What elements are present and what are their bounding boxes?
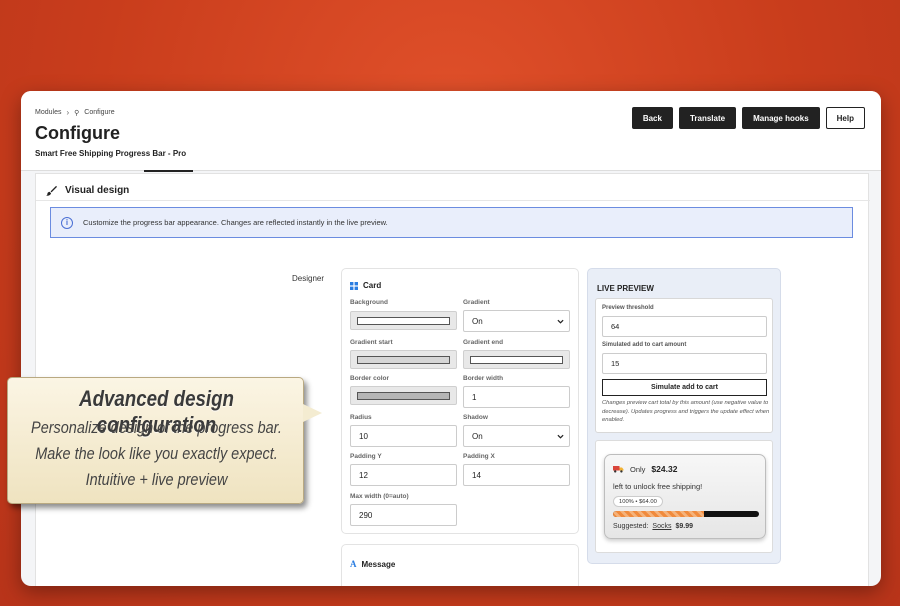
background-swatch xyxy=(357,317,450,325)
progress-badge: 100% • $64.00 xyxy=(613,496,663,507)
suggested-row: Suggested: Socks $9.99 xyxy=(613,523,693,530)
message-title: A Message xyxy=(350,559,395,569)
help-button[interactable]: Help xyxy=(825,107,865,129)
border-width-label: Border width xyxy=(463,375,504,382)
border-color-field[interactable] xyxy=(350,386,457,405)
shipping-progress-card: Only $24.32 left to unlock free shipping… xyxy=(604,454,766,539)
wrench-icon: ⚲ xyxy=(74,109,80,117)
page-header: Modules › ⚲ Configure Configure Smart Fr… xyxy=(21,91,881,171)
message-settings: A Message xyxy=(341,544,579,586)
manage-hooks-button[interactable]: Manage hooks xyxy=(742,107,820,129)
suggested-price: $9.99 xyxy=(675,523,694,530)
feature-callout: Advanced design configuration Personaliz… xyxy=(7,377,304,504)
progress-fill xyxy=(613,511,704,517)
preview-threshold-input[interactable]: 64 xyxy=(602,316,767,337)
card-settings: Card Background Gradient On Gradient sta… xyxy=(341,268,579,534)
callout-line-3: Intuitive + live preview xyxy=(85,470,228,489)
text-icon: A xyxy=(350,559,357,569)
max-width-input[interactable]: 290 xyxy=(350,504,457,526)
info-alert: i Customize the progress bar appearance.… xyxy=(50,207,853,238)
card-title-text: Card xyxy=(363,281,382,290)
card-title: Card xyxy=(350,281,381,290)
truck-icon xyxy=(613,466,624,473)
padding-x-label: Padding X xyxy=(463,453,495,460)
radius-input[interactable]: 10 xyxy=(350,425,457,447)
live-preview-title: LIVE PREVIEW xyxy=(597,284,654,293)
padding-y-label: Padding Y xyxy=(350,453,382,460)
callout-line-2: Make the look like you exactly expect. xyxy=(35,444,278,463)
padding-y-input[interactable]: 12 xyxy=(350,464,457,486)
progress-track xyxy=(613,511,759,517)
page-title: Configure xyxy=(35,123,120,143)
gradient-value: On xyxy=(472,316,483,326)
header-actions: Back Translate Manage hooks Help xyxy=(631,107,865,129)
remaining-amount: $24.32 xyxy=(651,464,678,474)
unlock-text: left to unlock free shipping! xyxy=(613,482,703,491)
breadcrumb-configure: Configure xyxy=(84,109,115,116)
panel-title-text: Visual design xyxy=(65,185,130,196)
remaining-row: Only $24.32 xyxy=(613,464,677,474)
simulated-amount-label: Simulated add to cart amount xyxy=(602,342,687,348)
info-icon: i xyxy=(61,216,73,229)
translate-button[interactable]: Translate xyxy=(678,107,737,129)
grid-icon xyxy=(350,281,358,290)
preview-threshold-label: Preview threshold xyxy=(602,305,654,311)
chevron-right-icon: › xyxy=(66,108,70,117)
panel-title: Visual design xyxy=(46,185,129,196)
shadow-label: Shadow xyxy=(463,414,488,421)
callout-pointer xyxy=(303,404,322,422)
gradient-select[interactable]: On xyxy=(463,310,570,332)
only-text: Only xyxy=(630,464,646,474)
live-preview: LIVE PREVIEW Preview threshold 64 Simula… xyxy=(587,268,781,564)
suggested-label: Suggested: xyxy=(613,523,649,530)
gradient-end-label: Gradient end xyxy=(463,339,504,346)
configure-window: Modules › ⚲ Configure Configure Smart Fr… xyxy=(21,91,881,586)
back-button[interactable]: Back xyxy=(631,107,673,129)
gradient-start-swatch xyxy=(357,356,450,364)
shadow-value: On xyxy=(472,431,483,441)
message-title-text: Message xyxy=(361,559,396,569)
simulate-add-to-cart-button[interactable]: Simulate add to cart xyxy=(602,379,767,396)
simulated-amount-input[interactable]: 15 xyxy=(602,353,767,374)
border-color-swatch xyxy=(357,392,450,400)
preview-controls: Preview threshold 64 Simulated add to ca… xyxy=(595,298,773,433)
gradient-label: Gradient xyxy=(463,299,490,306)
border-color-label: Border color xyxy=(350,375,390,382)
preview-bar-container: Only $24.32 left to unlock free shipping… xyxy=(595,440,773,553)
suggested-item-link[interactable]: Socks xyxy=(652,523,671,530)
gradient-start-field[interactable] xyxy=(350,350,457,369)
border-width-input[interactable]: 1 xyxy=(463,386,570,408)
chevron-down-icon xyxy=(557,319,564,324)
gradient-end-swatch xyxy=(470,356,563,364)
padding-x-input[interactable]: 14 xyxy=(463,464,570,486)
max-width-label: Max width (0=auto) xyxy=(350,493,409,500)
info-text: Customize the progress bar appearance. C… xyxy=(83,218,388,227)
chevron-down-icon xyxy=(557,434,564,439)
brush-icon xyxy=(46,185,57,196)
breadcrumb: Modules › ⚲ Configure xyxy=(35,108,115,117)
panel-divider xyxy=(36,200,870,201)
preview-help-text: Changes preview cart total by this amoun… xyxy=(602,400,770,423)
background-color-field[interactable] xyxy=(350,311,457,330)
page-subtitle: Smart Free Shipping Progress Bar - Pro xyxy=(35,149,187,158)
callout-line-1: Personalize design of the progress bar. xyxy=(31,418,282,437)
shadow-select[interactable]: On xyxy=(463,425,570,447)
tab-active-indicator[interactable] xyxy=(144,170,193,172)
designer-label: Designer xyxy=(292,274,325,283)
radius-label: Radius xyxy=(350,414,372,421)
background-label: Background xyxy=(350,299,388,306)
breadcrumb-modules[interactable]: Modules xyxy=(35,109,61,116)
gradient-end-field[interactable] xyxy=(463,350,570,369)
gradient-start-label: Gradient start xyxy=(350,339,393,346)
